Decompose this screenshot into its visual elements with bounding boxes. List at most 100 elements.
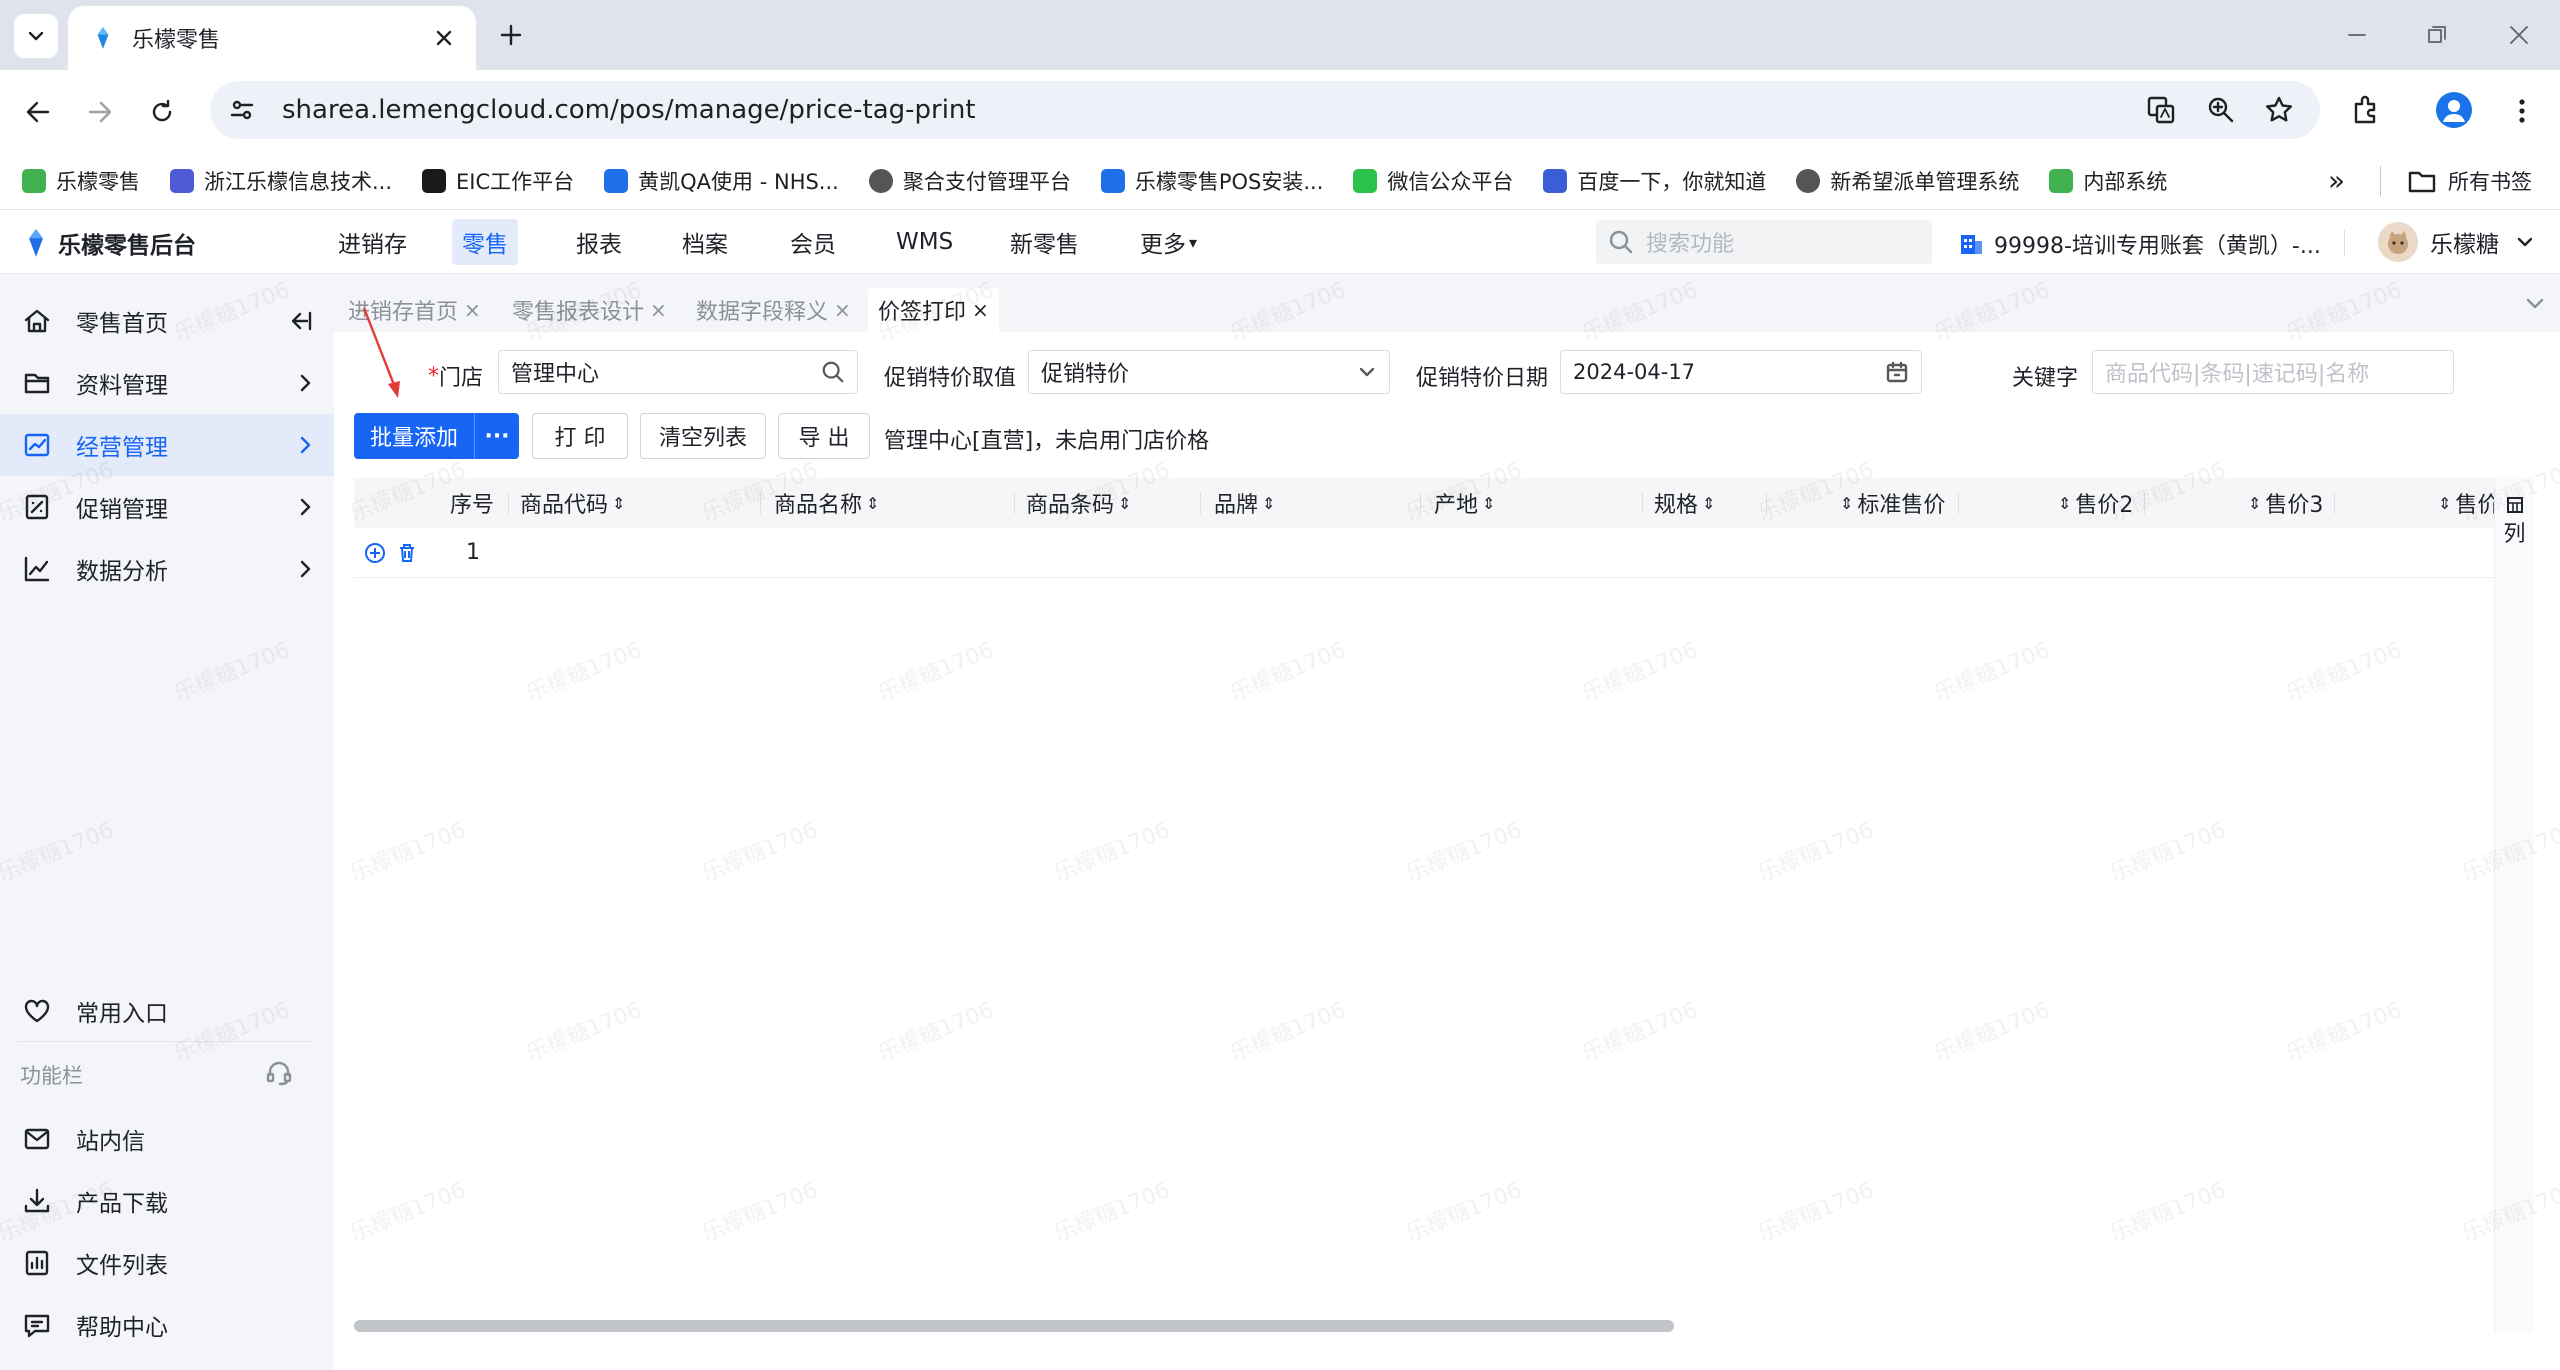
url-text[interactable]: sharea.lemengcloud.com/pos/manage/price-… [282, 95, 976, 125]
column-header-name[interactable]: 商品名称 ⇕ [774, 478, 879, 528]
tab-retail-report-design[interactable]: 零售报表设计 × [502, 288, 677, 332]
tab-search-button[interactable] [14, 14, 58, 58]
delete-row-icon[interactable] [396, 542, 418, 564]
close-icon[interactable]: × [650, 298, 667, 322]
nav-item-1[interactable]: 零售 [452, 210, 518, 274]
nav-item-5[interactable]: WMS [896, 210, 953, 274]
site-info-icon[interactable] [228, 96, 256, 124]
restore-icon[interactable] [2426, 24, 2448, 46]
account-selector[interactable]: 99998-培训专用账套（黄凯）-... [1958, 228, 2321, 260]
date-input[interactable]: 2024-04-17 [1560, 350, 1922, 394]
bookmark-item[interactable]: 内部系统 [2049, 166, 2167, 196]
bookmark-item[interactable]: 新希望派单管理系统 [1796, 166, 2019, 196]
bookmark-item[interactable]: 黄凯QA使用 - NHS... [604, 166, 839, 196]
bookmark-item[interactable]: EIC工作平台 [422, 166, 574, 196]
batch-add-button[interactable]: 批量添加 [354, 413, 474, 459]
sidebar-item-operation-management[interactable]: 经营管理 [0, 414, 334, 476]
sidebar-item-promotion-management[interactable]: 促销管理 [0, 476, 334, 538]
close-window-icon[interactable] [2508, 24, 2530, 46]
extensions-icon[interactable] [2350, 94, 2382, 126]
calendar-icon[interactable] [1885, 360, 1909, 384]
sidebar-item-retail-home[interactable]: 零售首页 [0, 290, 334, 352]
sort-icon[interactable]: ⇕ [2248, 494, 2261, 513]
nav-item-0[interactable]: 进销存 [338, 210, 407, 274]
add-row-icon[interactable] [364, 542, 386, 564]
column-header-code[interactable]: 商品代码 ⇕ [520, 478, 625, 528]
nav-item-6[interactable]: 新零售 [1010, 210, 1079, 274]
search-icon[interactable] [821, 360, 845, 384]
bookmark-star-icon[interactable] [2264, 95, 2294, 125]
close-icon[interactable]: × [834, 298, 851, 322]
column-header-price-n[interactable]: ⇕ 售价 [2438, 478, 2494, 528]
sort-icon[interactable]: ⇕ [866, 494, 879, 513]
bookmark-favicon-icon [1543, 168, 1568, 193]
sidebar-item-data-management[interactable]: 资料管理 [0, 352, 334, 414]
profile-avatar[interactable] [2436, 92, 2472, 128]
horizontal-scrollbar[interactable] [354, 1320, 1674, 1332]
column-header-price3[interactable]: ⇕ 售价3 [2248, 478, 2323, 528]
clear-list-button[interactable]: 清空列表 [640, 413, 766, 459]
app-logo[interactable]: 乐檬零售后台 [22, 226, 196, 260]
reload-icon[interactable] [148, 98, 176, 126]
tab-price-tag-print[interactable]: 价签打印 × [868, 288, 999, 332]
sort-icon[interactable]: ⇕ [2058, 494, 2071, 513]
headset-icon[interactable] [264, 1058, 294, 1088]
nav-label: 会员 [790, 232, 836, 258]
bookmark-item[interactable]: 乐檬零售POS安装... [1100, 166, 1323, 196]
sort-icon[interactable]: ⇕ [1840, 494, 1853, 513]
chevron-down-icon[interactable] [2522, 290, 2548, 316]
column-header-std-price[interactable]: ⇕ 标准售价 [1840, 478, 1945, 528]
browser-tab[interactable]: 乐檬零售 [68, 6, 476, 70]
address-bar[interactable]: sharea.lemengcloud.com/pos/manage/price-… [210, 81, 2320, 139]
store-input[interactable]: 管理中心 [498, 350, 858, 394]
sidebar-bottom-download[interactable]: 产品下载 [0, 1170, 334, 1232]
zoom-icon[interactable] [2206, 95, 2236, 125]
nav-item-7[interactable]: 更多 ▾ [1140, 210, 1197, 274]
function-search-input[interactable]: 搜索功能 [1596, 220, 1932, 264]
bookmark-item[interactable]: 浙江乐檬信息技术... [170, 166, 392, 196]
print-button[interactable]: 打 印 [532, 413, 628, 459]
nav-item-3[interactable]: 档案 [682, 210, 728, 274]
sort-icon[interactable]: ⇕ [2438, 494, 2451, 513]
column-header-price2[interactable]: ⇕ 售价2 [2058, 478, 2133, 528]
sort-icon[interactable]: ⇕ [1702, 494, 1715, 513]
translate-icon[interactable] [2146, 95, 2176, 125]
minimize-icon[interactable] [2346, 24, 2368, 46]
column-header-origin[interactable]: 产地 ⇕ [1434, 478, 1495, 528]
export-button[interactable]: 导 出 [778, 413, 870, 459]
keyword-input[interactable]: 商品代码|条码|速记码|名称 [2092, 350, 2454, 394]
sidebar-common-entry[interactable]: 常用入口 [0, 980, 334, 1042]
forward-icon[interactable] [86, 98, 114, 126]
bookmark-item[interactable]: 聚合支付管理平台 [868, 166, 1071, 196]
new-tab-icon[interactable] [498, 22, 524, 48]
sort-icon[interactable]: ⇕ [612, 494, 625, 513]
collapse-sidebar-icon[interactable] [288, 308, 314, 334]
sidebar-bottom-file-list[interactable]: 文件列表 [0, 1232, 334, 1294]
nav-item-2[interactable]: 报表 [576, 210, 622, 274]
back-icon[interactable] [24, 98, 52, 126]
column-settings-panel[interactable]: 列 [2494, 478, 2534, 1334]
close-icon[interactable] [434, 28, 454, 48]
bookmark-item[interactable]: 微信公众平台 [1353, 166, 1513, 196]
user-menu[interactable]: 乐檬糖 [2378, 222, 2535, 262]
sort-icon[interactable]: ⇕ [1118, 494, 1131, 513]
sidebar-bottom-messages[interactable]: 站内信 [0, 1108, 334, 1170]
column-header-barcode[interactable]: 商品条码 ⇕ [1026, 478, 1131, 528]
all-bookmarks-button[interactable]: 所有书签 [2408, 166, 2532, 196]
sort-icon[interactable]: ⇕ [1482, 494, 1495, 513]
nav-item-4[interactable]: 会员 [790, 210, 836, 274]
column-header-brand[interactable]: 品牌 ⇕ [1214, 478, 1275, 528]
close-icon[interactable]: × [972, 298, 989, 322]
bookmark-item[interactable]: 百度一下，你就知道 [1543, 166, 1766, 196]
promo-select[interactable]: 促销特价 [1028, 350, 1390, 394]
column-header-spec[interactable]: 规格 ⇕ [1654, 478, 1715, 528]
close-icon[interactable]: × [464, 298, 481, 322]
batch-add-more-button[interactable]: ··· [475, 413, 519, 459]
more-bookmarks-icon[interactable]: » [2328, 164, 2345, 197]
bookmark-item[interactable]: 乐檬零售 [22, 166, 140, 196]
tab-field-definitions[interactable]: 数据字段释义 × [686, 288, 861, 332]
menu-kebab-icon[interactable] [2512, 96, 2532, 126]
sidebar-item-data-analysis[interactable]: 数据分析 [0, 538, 334, 600]
sort-icon[interactable]: ⇕ [1262, 494, 1275, 513]
sidebar-bottom-help[interactable]: 帮助中心 [0, 1294, 334, 1356]
